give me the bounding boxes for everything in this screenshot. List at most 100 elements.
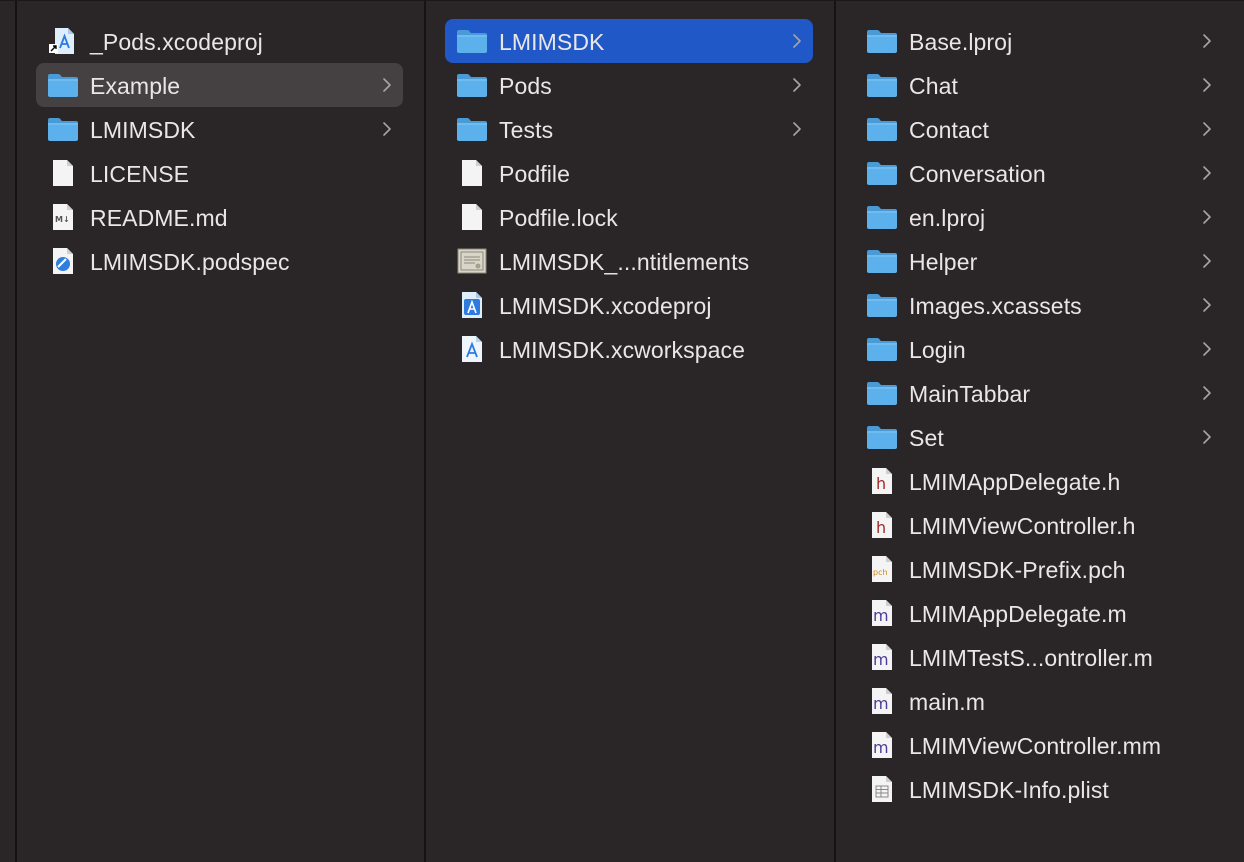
folder-icon — [455, 71, 489, 99]
xcode-project-icon — [455, 291, 489, 319]
item-label: Tests — [499, 117, 554, 143]
item-label: en.lproj — [909, 205, 986, 231]
file-item[interactable]: h LMIMViewController.h — [855, 503, 1223, 547]
file-item[interactable]: LMIMSDK.podspec — [36, 239, 403, 283]
file-item[interactable]: LMIMSDK.xcworkspace — [445, 327, 813, 371]
svg-text:h: h — [876, 474, 886, 493]
header-file-icon: h — [865, 511, 899, 539]
document-icon — [455, 159, 489, 187]
folder-item[interactable]: Chat — [855, 63, 1223, 107]
finder-column-browser: _Pods.xcodeproj Example LMIMSDK LICENSE … — [0, 0, 1244, 862]
document-icon — [455, 203, 489, 231]
item-label: Podfile.lock — [499, 205, 618, 231]
file-item[interactable]: m main.m — [855, 679, 1223, 723]
xcode-workspace-icon — [455, 335, 489, 363]
item-label: LMIMSDK.xcodeproj — [499, 293, 712, 319]
item-label: LMIMViewController.h — [909, 513, 1136, 539]
file-item[interactable]: LMIMSDK.xcodeproj — [445, 283, 813, 327]
folder-icon — [455, 27, 489, 55]
item-label: LMIMSDK-Prefix.pch — [909, 557, 1126, 583]
folder-icon — [46, 71, 80, 99]
objcpp-source-file-icon: m — [865, 731, 899, 759]
item-label: LMIMSDK.podspec — [90, 249, 290, 275]
item-label: Podfile — [499, 161, 571, 187]
chevron-right-icon — [1201, 295, 1213, 315]
item-label: LMIMSDK.xcworkspace — [499, 337, 746, 363]
file-item[interactable]: LMIMSDK_...ntitlements — [445, 239, 813, 283]
entitlements-file-icon — [455, 247, 489, 275]
item-label: Example — [90, 73, 181, 99]
folder-item[interactable]: LMIMSDK — [36, 107, 403, 151]
chevron-right-icon — [1201, 251, 1213, 271]
chevron-right-icon — [1201, 207, 1213, 227]
markdown-file-icon: M↓ — [46, 203, 80, 231]
svg-text:pch: pch — [873, 568, 888, 577]
file-item[interactable]: Podfile.lock — [445, 195, 813, 239]
item-label: Login — [909, 337, 966, 363]
folder-icon — [455, 115, 489, 143]
folder-item[interactable]: MainTabbar — [855, 371, 1223, 415]
item-label: LMIMSDK — [90, 117, 196, 143]
svg-text:M↓: M↓ — [55, 215, 70, 224]
item-label: Conversation — [909, 161, 1046, 187]
pch-file-icon: pch — [865, 555, 899, 583]
xcode-project-alias-icon — [46, 27, 80, 55]
folder-icon — [865, 115, 899, 143]
chevron-right-icon — [1201, 31, 1213, 51]
file-item[interactable]: m LMIMAppDelegate.m — [855, 591, 1223, 635]
item-label: main.m — [909, 689, 986, 715]
folder-item[interactable]: Contact — [855, 107, 1223, 151]
svg-text:m: m — [873, 650, 889, 669]
plist-file-icon — [865, 775, 899, 803]
folder-item[interactable]: Login — [855, 327, 1223, 371]
item-label: MainTabbar — [909, 381, 1031, 407]
folder-icon — [865, 27, 899, 55]
file-item[interactable]: pch LMIMSDK-Prefix.pch — [855, 547, 1223, 591]
folder-item[interactable]: Images.xcassets — [855, 283, 1223, 327]
item-label: LMIMTestS...ontroller.m — [909, 645, 1153, 671]
folder-item[interactable]: Example — [36, 63, 403, 107]
folder-item[interactable]: Pods — [445, 63, 813, 107]
folder-icon — [865, 203, 899, 231]
file-item[interactable]: LMIMSDK-Info.plist — [855, 767, 1223, 811]
document-icon — [46, 159, 80, 187]
objc-source-file-icon: m — [865, 687, 899, 715]
file-item[interactable]: h LMIMAppDelegate.h — [855, 459, 1223, 503]
chevron-right-icon — [1201, 163, 1213, 183]
file-item[interactable]: LICENSE — [36, 151, 403, 195]
folder-item[interactable]: Set — [855, 415, 1223, 459]
folder-icon — [865, 71, 899, 99]
file-item[interactable]: m LMIMTestS...ontroller.m — [855, 635, 1223, 679]
folder-item[interactable]: Base.lproj — [855, 19, 1223, 63]
item-label: Base.lproj — [909, 29, 1013, 55]
folder-icon — [865, 247, 899, 275]
folder-item[interactable]: en.lproj — [855, 195, 1223, 239]
item-label: Helper — [909, 249, 978, 275]
folder-icon — [865, 335, 899, 363]
chevron-right-icon — [791, 119, 803, 139]
chevron-right-icon — [1201, 427, 1213, 447]
svg-text:m: m — [873, 606, 889, 625]
file-item[interactable]: M↓ README.md — [36, 195, 403, 239]
objc-source-file-icon: m — [865, 599, 899, 627]
folder-item[interactable]: Helper — [855, 239, 1223, 283]
folder-icon — [865, 159, 899, 187]
svg-text:m: m — [873, 738, 889, 757]
chevron-right-icon — [791, 31, 803, 51]
file-item[interactable]: _Pods.xcodeproj — [36, 19, 403, 63]
svg-text:m: m — [873, 694, 889, 713]
file-item[interactable]: Podfile — [445, 151, 813, 195]
chevron-right-icon — [381, 75, 393, 95]
folder-item[interactable]: Conversation — [855, 151, 1223, 195]
folder-item[interactable]: LMIMSDK — [445, 19, 813, 63]
item-label: LMIMAppDelegate.h — [909, 469, 1121, 495]
chevron-right-icon — [1201, 383, 1213, 403]
column-1: _Pods.xcodeproj Example LMIMSDK LICENSE … — [17, 1, 424, 862]
item-label: Chat — [909, 73, 958, 99]
file-item[interactable]: m LMIMViewController.mm — [855, 723, 1223, 767]
folder-icon — [46, 115, 80, 143]
folder-item[interactable]: Tests — [445, 107, 813, 151]
item-label: Contact — [909, 117, 989, 143]
item-label: LMIMSDK-Info.plist — [909, 777, 1109, 803]
item-label: Set — [909, 425, 944, 451]
